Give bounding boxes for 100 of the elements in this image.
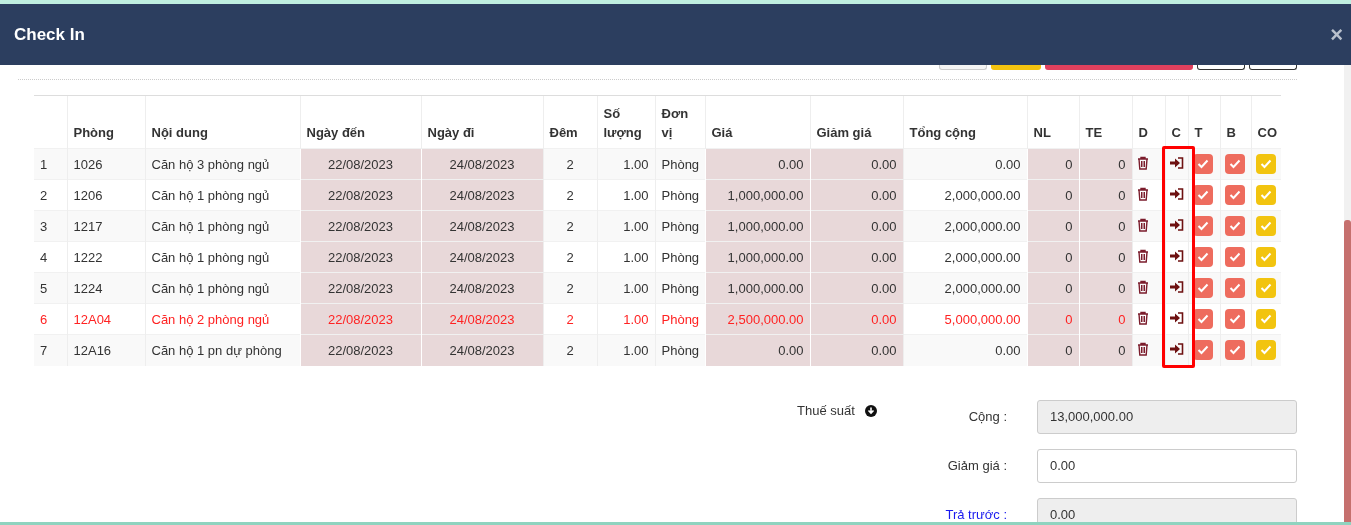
check-icon: [1196, 314, 1209, 324]
table-cell: 22/08/2023: [300, 210, 421, 242]
check-icon: [1228, 283, 1241, 293]
table-cell: 22/08/2023: [300, 303, 421, 335]
table-cell: 0: [1027, 272, 1079, 304]
table-cell: 1217: [67, 210, 145, 242]
table-cell: 0: [1027, 334, 1079, 366]
table-cell: 7: [34, 334, 67, 366]
sign-in-icon[interactable]: [1169, 311, 1184, 324]
table-cell: 22/08/2023: [300, 241, 421, 273]
table-cell: 22/08/2023: [300, 179, 421, 211]
table-cell: 1,000,000.00: [705, 179, 810, 211]
column-header: Phòng: [73, 125, 114, 140]
table-cell: 1026: [67, 148, 145, 180]
sign-in-icon[interactable]: [1169, 249, 1184, 262]
check-icon: [1196, 221, 1209, 231]
table-cell: 0.00: [810, 272, 903, 304]
check-icon: [1259, 345, 1272, 356]
table-cell: 1,000,000.00: [705, 210, 810, 242]
column-header: Giá: [711, 125, 733, 140]
checkbox[interactable]: [1224, 278, 1245, 298]
table-cell: 2: [543, 334, 597, 366]
prepaid-link[interactable]: Trả trước :: [937, 507, 1007, 522]
table-cell: 1,000,000.00: [705, 272, 810, 304]
close-button[interactable]: ×: [1330, 23, 1343, 46]
input-field[interactable]: 0.00: [1037, 448, 1297, 483]
table-cell: 0: [1079, 210, 1132, 242]
table-cell: Căn hộ 1 pn dự phòng: [145, 334, 300, 366]
table-cell: 0: [1079, 272, 1132, 304]
checkbox[interactable]: [1255, 309, 1276, 329]
sign-in-icon[interactable]: [1169, 218, 1184, 231]
table-cell: 1.00: [597, 210, 655, 242]
toolbar-button[interactable]: [1249, 65, 1297, 70]
sign-in-icon[interactable]: [1169, 156, 1184, 169]
check-icon: [1228, 314, 1241, 324]
check-icon: [1196, 159, 1209, 169]
checkbox[interactable]: [1255, 185, 1276, 205]
table-cell: 2,500,000.00: [705, 303, 810, 335]
table-cell: 2: [543, 210, 597, 242]
toolbar-button[interactable]: [1197, 65, 1245, 70]
table-cell: 0: [1027, 148, 1079, 180]
checkbox[interactable]: [1255, 154, 1276, 174]
table-cell: Phòng: [655, 210, 705, 242]
checkbox[interactable]: [1224, 340, 1245, 361]
table-cell: 0.00: [810, 241, 903, 273]
input-field[interactable]: 13,000,000.00: [1037, 399, 1297, 434]
sign-in-icon[interactable]: [1169, 280, 1184, 293]
table-cell: 0.00: [903, 334, 1027, 366]
check-icon: [1259, 252, 1272, 262]
field-label: Cộng :: [967, 409, 1007, 424]
column-header: NL: [1033, 125, 1051, 140]
scrollbar-thumb[interactable]: [1344, 220, 1351, 525]
trash-icon[interactable]: [1136, 310, 1149, 325]
table-cell: 0.00: [705, 334, 810, 366]
check-icon: [1196, 252, 1209, 262]
circle-arrow-down-icon[interactable]: [864, 404, 877, 417]
tax-rate-label[interactable]: Thuế suất: [797, 403, 855, 418]
trash-icon[interactable]: [1136, 248, 1149, 263]
checkbox[interactable]: [1224, 309, 1245, 329]
checkbox[interactable]: [1224, 247, 1245, 267]
check-icon: [1259, 283, 1272, 293]
table-cell: 24/08/2023: [421, 179, 543, 211]
table-cell: 3: [34, 210, 67, 242]
check-icon: [1228, 345, 1241, 356]
check-icon: [1259, 314, 1272, 324]
trash-icon[interactable]: [1136, 279, 1149, 294]
table-cell: 5: [34, 272, 67, 304]
table-cell: 0: [1027, 179, 1079, 211]
column-header: CO: [1257, 125, 1277, 140]
checkbox[interactable]: [1255, 216, 1276, 236]
table-cell: 24/08/2023: [421, 210, 543, 242]
table-cell: 1: [34, 148, 67, 180]
column-header: Đơn vị: [661, 106, 689, 140]
trash-icon[interactable]: [1136, 186, 1149, 201]
checkbox[interactable]: [1224, 216, 1245, 236]
table-cell: 0: [1079, 303, 1132, 335]
trash-icon[interactable]: [1136, 155, 1149, 170]
sign-in-icon[interactable]: [1169, 187, 1184, 200]
table-cell: Phòng: [655, 334, 705, 366]
checkbox[interactable]: [1255, 247, 1276, 267]
check-icon: [1228, 221, 1241, 231]
input-field[interactable]: 0.00: [1037, 497, 1297, 525]
table-cell: Phòng: [655, 148, 705, 180]
checkbox[interactable]: [1255, 340, 1276, 361]
table-cell: 1,000,000.00: [705, 241, 810, 273]
checkbox[interactable]: [1255, 278, 1276, 298]
check-icon: [1259, 221, 1272, 231]
check-icon: [1228, 252, 1241, 262]
checkbox[interactable]: [1224, 185, 1245, 205]
trash-icon[interactable]: [1136, 217, 1149, 232]
scrollbar[interactable]: [1344, 65, 1351, 525]
sign-in-icon[interactable]: [1169, 342, 1184, 355]
trash-icon[interactable]: [1136, 341, 1149, 356]
checkbox[interactable]: [1224, 154, 1245, 174]
column-header: Đêm: [549, 125, 578, 140]
column-header: Số lượng: [603, 106, 642, 140]
table-cell: 0.00: [810, 334, 903, 366]
table-cell: 0.00: [810, 148, 903, 180]
table-cell: 0: [1079, 148, 1132, 180]
table-cell: 0.00: [810, 303, 903, 335]
